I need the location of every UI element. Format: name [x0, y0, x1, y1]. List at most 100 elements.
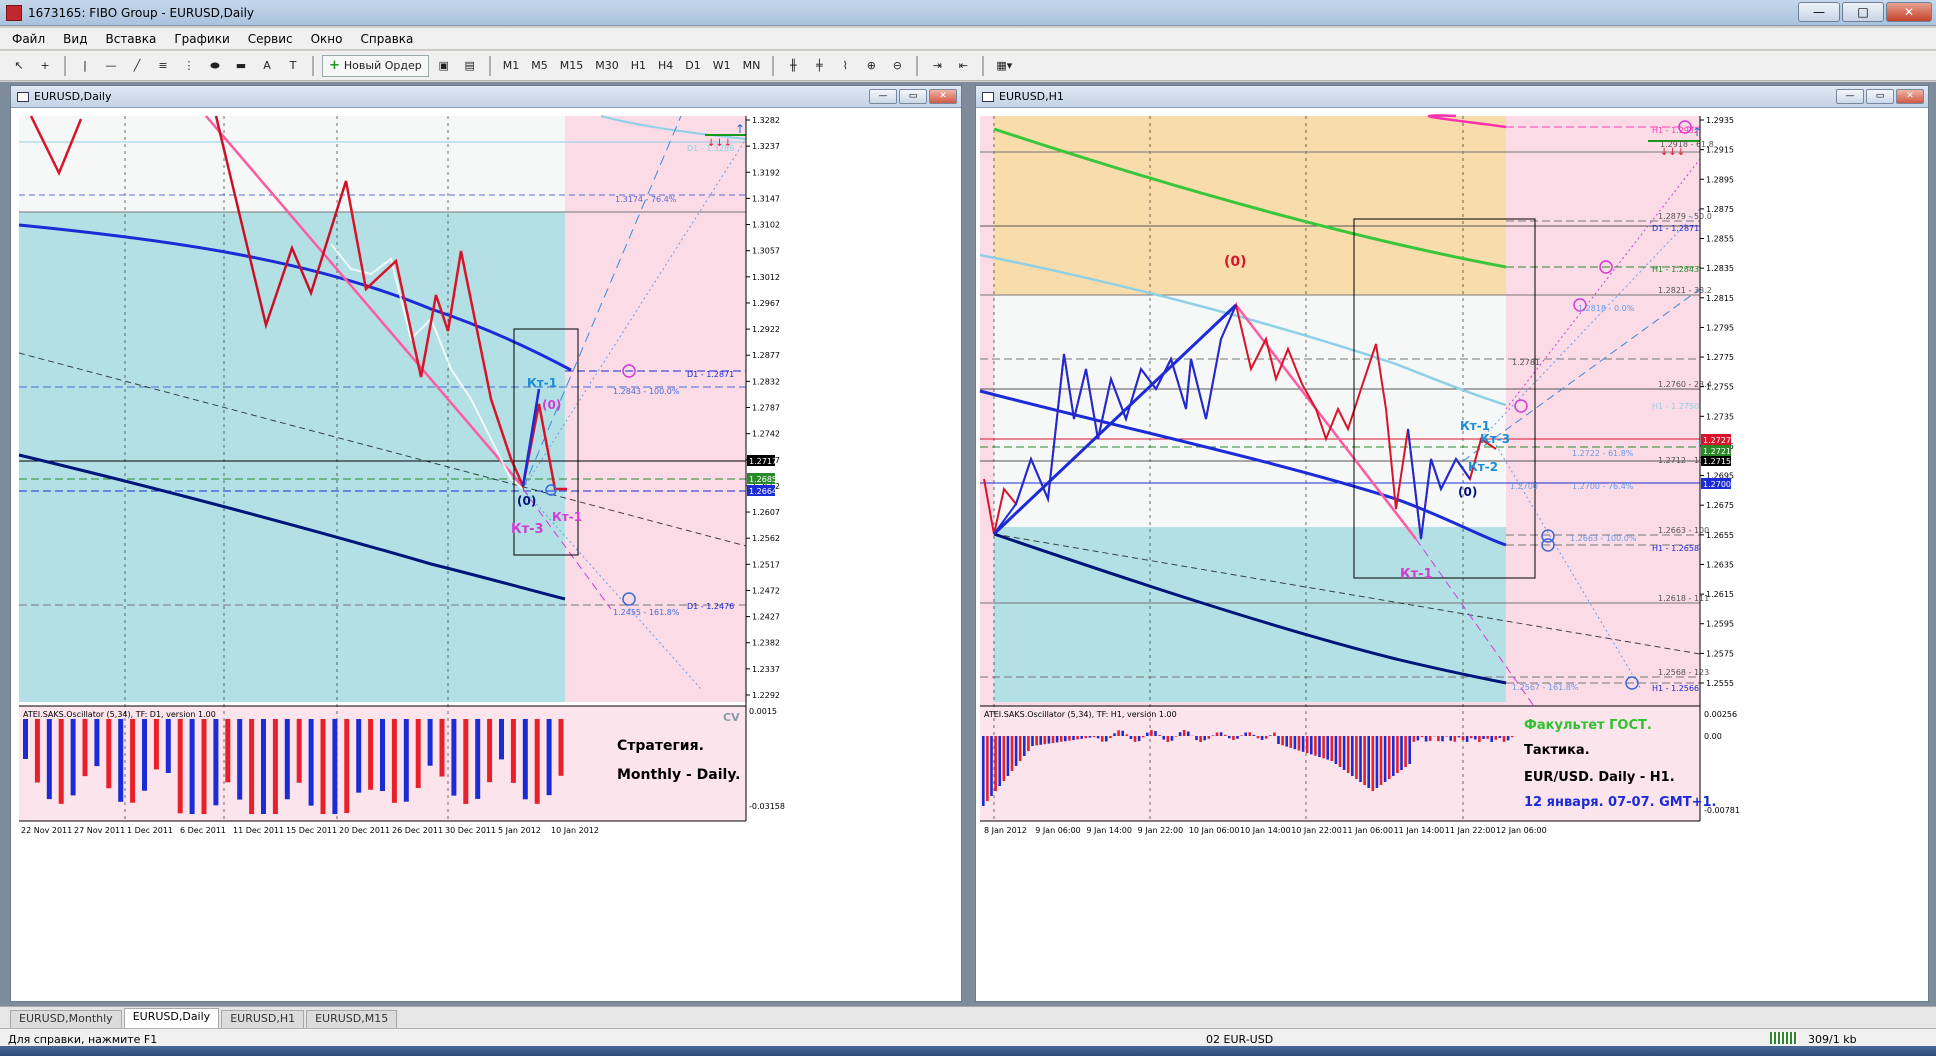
menu-file[interactable]: Файл — [12, 32, 45, 46]
price-tick-label: 1.2742 — [752, 430, 780, 439]
menu-window[interactable]: Окно — [311, 32, 343, 46]
history-icon[interactable]: ▤ — [459, 55, 481, 77]
tf-d1-button[interactable]: D1 — [681, 55, 704, 77]
label-fib-00: 1.2818 - 0.0% — [1578, 304, 1635, 313]
oscillator-title: ATEI.SAKS.Oscillator (5,34), TF: D1, ver… — [23, 710, 216, 719]
label-fib-2663: 1.2663 - 100 — [1658, 526, 1709, 535]
oscillator-bar — [1478, 736, 1481, 742]
oscillator-bar — [1318, 736, 1321, 757]
tab-eurusd-h1[interactable]: EURUSD,H1 — [221, 1010, 305, 1028]
oscillator-bar — [177, 719, 183, 814]
h1-chart-canvas[interactable]: ↑ ↓↓↓ H1 - 1.2932 1.2918 - 61.8 1.2879 -… — [976, 109, 1928, 1001]
ellipse-icon[interactable]: ⬬ — [204, 55, 226, 77]
trendline-icon[interactable]: ╱ — [126, 55, 148, 77]
oscillator-bar — [1510, 736, 1514, 738]
chart-maximize-button[interactable]: ▭ — [1866, 89, 1894, 104]
oscillator-bar — [1068, 736, 1071, 741]
oscillator-bar — [284, 719, 290, 800]
label-fibo-1618: 1.2455 - 161.8% — [613, 608, 680, 617]
price-tag-blue-text: 1.2664 — [749, 487, 777, 496]
chart-close-button[interactable]: ✕ — [929, 89, 957, 104]
zoom-in-icon[interactable]: ⊕ — [860, 55, 882, 77]
oscillator-bar — [1109, 736, 1112, 738]
crosshair-icon[interactable]: + — [34, 55, 56, 77]
oscillator-bar — [1141, 736, 1145, 738]
oscillator-bar — [1187, 731, 1190, 736]
tf-h4-button[interactable]: H4 — [654, 55, 677, 77]
autoscroll-icon[interactable]: ⇥ — [926, 55, 948, 77]
navigator-icon[interactable]: ▣ — [433, 55, 455, 77]
vertical-line-icon[interactable]: | — [74, 55, 96, 77]
chart-window-eurusd-h1[interactable]: EURUSD,H1 — ▭ ✕ ↑ ↓↓↓ H1 - 1.2932 1.2918… — [975, 85, 1929, 1002]
chart-shift-icon[interactable]: ⇤ — [952, 55, 974, 77]
bar-chart-icon[interactable]: ╫ — [782, 55, 804, 77]
oscillator-bar — [153, 719, 159, 770]
zoom-out-icon[interactable]: ⊖ — [886, 55, 908, 77]
line-chart-icon[interactable]: ⌇ — [834, 55, 856, 77]
zone-cyan — [19, 212, 565, 702]
menu-help[interactable]: Справка — [361, 32, 414, 46]
oscillator-title: ATEI.SAKS.Oscillator (5,34), TF: H1, ver… — [984, 710, 1177, 719]
rectangle-icon[interactable]: ▬ — [230, 55, 252, 77]
label-fib-1618: 1.2567 - 161.8% — [1512, 683, 1579, 692]
menu-view[interactable]: Вид — [63, 32, 87, 46]
oscillator-bar — [1461, 736, 1465, 741]
close-button[interactable]: ✕ — [1886, 2, 1932, 22]
tf-h1-button[interactable]: H1 — [627, 55, 650, 77]
oscillator-bar — [1273, 732, 1276, 736]
menu-tools[interactable]: Сервис — [248, 32, 293, 46]
templates-icon[interactable]: ▦▾ — [992, 55, 1016, 77]
price-tag-current-text: 1.2715 — [1703, 457, 1731, 466]
oscillator-bar — [1346, 736, 1350, 773]
oscillator-bar — [201, 719, 207, 814]
tf-w1-button[interactable]: W1 — [709, 55, 735, 77]
tf-mn-button[interactable]: MN — [739, 55, 765, 77]
cursor-icon[interactable]: ↖ — [8, 55, 30, 77]
chart-window-eurusd-daily[interactable]: EURUSD,Daily — ▭ ✕ ↑ ↓↓↓ D1 - 1.3286 1.3… — [10, 85, 962, 1002]
candle-chart-icon[interactable]: ╪ — [808, 55, 830, 77]
chart-close-button[interactable]: ✕ — [1896, 89, 1924, 104]
channel-icon[interactable]: ≡ — [152, 55, 174, 77]
main-toolbar: ↖ + | — ╱ ≡ ⋮ ⬬ ▬ A T + Новый Ордер ▣ ▤ … — [0, 51, 1936, 81]
arrow-icon[interactable]: A — [256, 55, 278, 77]
oscillator-bar — [1228, 736, 1231, 739]
toolbar-separator — [916, 55, 919, 76]
price-tick-label: 1.2835 — [1706, 264, 1734, 273]
price-tick-label: 1.3102 — [752, 221, 780, 230]
horizontal-line-icon[interactable]: — — [100, 55, 122, 77]
oscillator-bar — [380, 719, 385, 792]
fibo-icon[interactable]: ⋮ — [178, 55, 200, 77]
oscillator-bar — [94, 719, 100, 767]
tab-eurusd-monthly[interactable]: EURUSD,Monthly — [10, 1010, 122, 1028]
chart-minimize-button[interactable]: — — [1836, 89, 1864, 104]
oscillator-bar — [427, 719, 433, 766]
text-label-icon[interactable]: T — [282, 55, 304, 77]
chart-minimize-button[interactable]: — — [869, 89, 897, 104]
maximize-button[interactable]: □ — [1842, 2, 1884, 22]
oscillator-bar — [1096, 736, 1100, 739]
tf-m5-button[interactable]: M5 — [527, 55, 552, 77]
chart-maximize-button[interactable]: ▭ — [899, 89, 927, 104]
caption-faculty: Факультет ГОСТ. — [1524, 718, 1652, 733]
tf-m30-button[interactable]: M30 — [591, 55, 623, 77]
menu-insert[interactable]: Вставка — [105, 32, 156, 46]
tf-m15-button[interactable]: M15 — [556, 55, 588, 77]
date-label: 6 Dec 2011 — [180, 826, 226, 835]
menu-charts[interactable]: Графики — [174, 32, 229, 46]
plus-icon: + — [329, 58, 340, 73]
minimize-button[interactable]: — — [1798, 2, 1840, 22]
oscillator-bar — [499, 719, 504, 760]
daily-chart-canvas[interactable]: ↑ ↓↓↓ D1 - 1.3286 1.3174 - 76.4% D1 - 1.… — [11, 109, 961, 1001]
tab-eurusd-m15[interactable]: EURUSD,M15 — [306, 1010, 398, 1028]
tf-m1-button[interactable]: M1 — [499, 55, 524, 77]
price-tag-red-text: 1.2727 — [1703, 436, 1731, 445]
label-kt1-blue: Кт-1 — [1460, 419, 1490, 433]
label-fib-100: 1.2663 - 100.0% — [1570, 534, 1637, 543]
new-order-button[interactable]: + Новый Ордер — [322, 54, 429, 77]
status-traffic: 309/1 kb — [1808, 1033, 1857, 1046]
up-arrow-icon: ↑ — [735, 122, 745, 136]
label-fib-111: 1.2618 - 111 — [1658, 594, 1709, 603]
label-h1-top: H1 - 1.2932 — [1652, 126, 1699, 135]
tab-eurusd-daily[interactable]: EURUSD,Daily — [123, 1008, 220, 1028]
oscillator-bar — [118, 719, 124, 802]
